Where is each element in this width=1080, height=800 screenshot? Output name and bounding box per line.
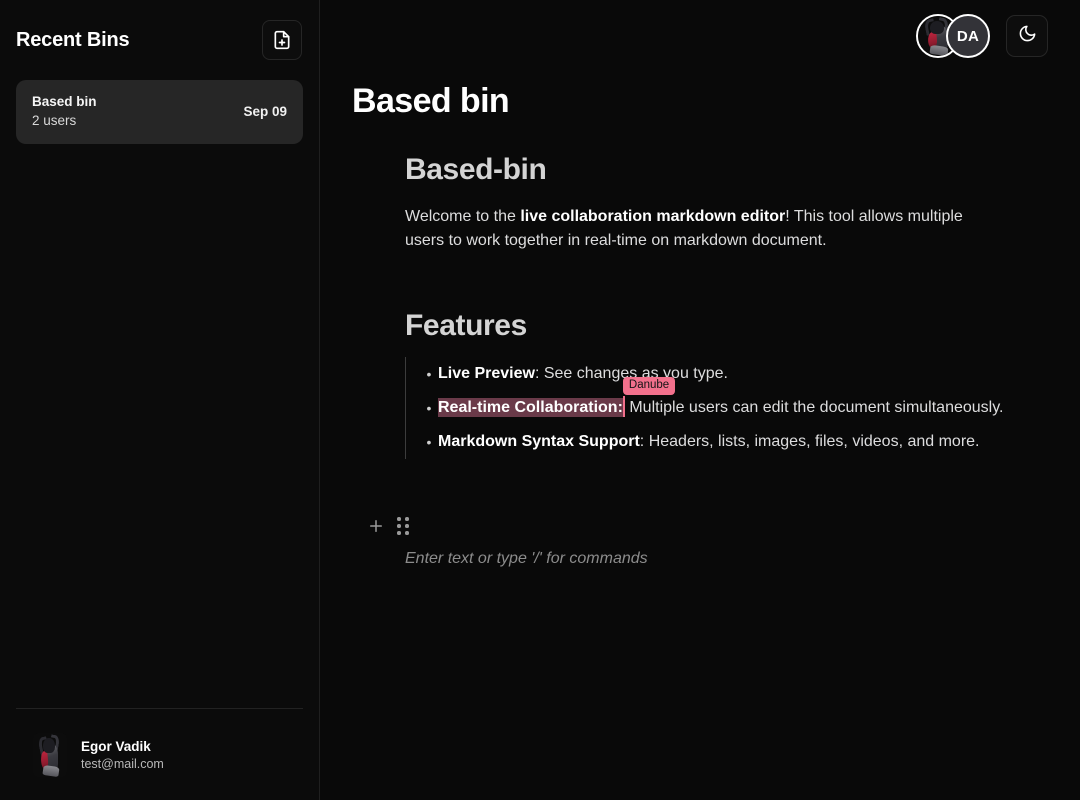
list-item-text: Markdown Syntax Support: Headers, lists,… — [438, 430, 1015, 454]
sidebar-title: Recent Bins — [16, 28, 130, 51]
new-bin-button[interactable] — [262, 20, 302, 60]
main-content: DA Based bin Based-bin Welcome to the li… — [320, 0, 1080, 800]
list-item[interactable]: • Live Preview: See changes as you type. — [420, 357, 1015, 391]
bin-list: Based bin 2 users Sep 09 — [0, 80, 319, 144]
file-plus-icon — [272, 30, 292, 50]
main-header: DA — [320, 0, 1080, 72]
list-item[interactable]: • Markdown Syntax Support: Headers, list… — [420, 425, 1015, 459]
list-item[interactable]: • Real-time Collaboration: Danube Multipl… — [420, 377, 1015, 425]
bin-name: Based bin — [32, 94, 97, 109]
editor-placeholder[interactable]: Enter text or type '/' for commands — [405, 547, 1080, 571]
doc-intro-paragraph: Welcome to the live collaboration markdo… — [405, 205, 993, 253]
doc-heading: Based-bin — [405, 153, 547, 186]
account-text: Egor Vadik test@mail.com — [81, 738, 164, 773]
bullet-icon: • — [426, 400, 432, 416]
account-row[interactable]: Egor Vadik test@mail.com — [16, 727, 164, 777]
remote-user-label: Danube — [622, 377, 676, 395]
sidebar: Recent Bins Based bin 2 users Sep 09 Ego… — [0, 0, 320, 800]
list-item-rest: Multiple users can edit the document sim… — [624, 399, 1004, 416]
remote-user-caret: Danube — [622, 377, 676, 417]
app-root: Recent Bins Based bin 2 users Sep 09 Ego… — [0, 0, 1080, 800]
sidebar-header: Recent Bins — [0, 0, 319, 80]
intro-part1: Welcome to the — [405, 208, 521, 225]
features-list: • Live Preview: See changes as you type.… — [405, 357, 1015, 459]
plus-icon[interactable] — [367, 517, 385, 535]
features-heading: Features — [405, 309, 527, 342]
page-title: Based bin — [352, 82, 510, 120]
block-tools — [367, 517, 1042, 535]
list-item-bold: Markdown Syntax Support — [438, 433, 640, 450]
sidebar-footer: Egor Vadik test@mail.com — [16, 708, 303, 800]
drag-handle-icon[interactable] — [397, 517, 409, 535]
account-email: test@mail.com — [81, 756, 164, 771]
bin-item-info: Based bin 2 users — [32, 93, 97, 130]
markdown-editor[interactable]: Based-bin Welcome to the live collaborat… — [320, 121, 1080, 571]
bullet-icon: • — [426, 434, 432, 450]
collaborator-avatars: DA — [916, 14, 990, 58]
bin-date: Sep 09 — [243, 104, 287, 119]
theme-toggle-button[interactable] — [1006, 15, 1048, 57]
account-name: Egor Vadik — [81, 738, 151, 754]
remote-selection-highlight: Real-time Collaboration: — [438, 398, 623, 417]
bullet-icon: • — [426, 366, 432, 382]
bin-user-count: 2 users — [32, 113, 77, 128]
list-item-rest: : Headers, lists, images, files, videos,… — [639, 433, 980, 450]
list-item-text: Real-time Collaboration: Danube Multiple … — [438, 377, 1015, 420]
list-item-bold: Live Preview — [438, 365, 535, 382]
bin-list-item[interactable]: Based bin 2 users Sep 09 — [16, 80, 303, 144]
avatar-initials-text: DA — [956, 27, 980, 45]
list-item-text: Live Preview: See changes as you type. — [438, 362, 1015, 386]
collaborator-avatar-initials[interactable]: DA — [946, 14, 990, 58]
moon-icon — [1018, 24, 1037, 48]
intro-bold: live collaboration markdown editor — [520, 208, 786, 225]
account-avatar — [33, 733, 67, 777]
